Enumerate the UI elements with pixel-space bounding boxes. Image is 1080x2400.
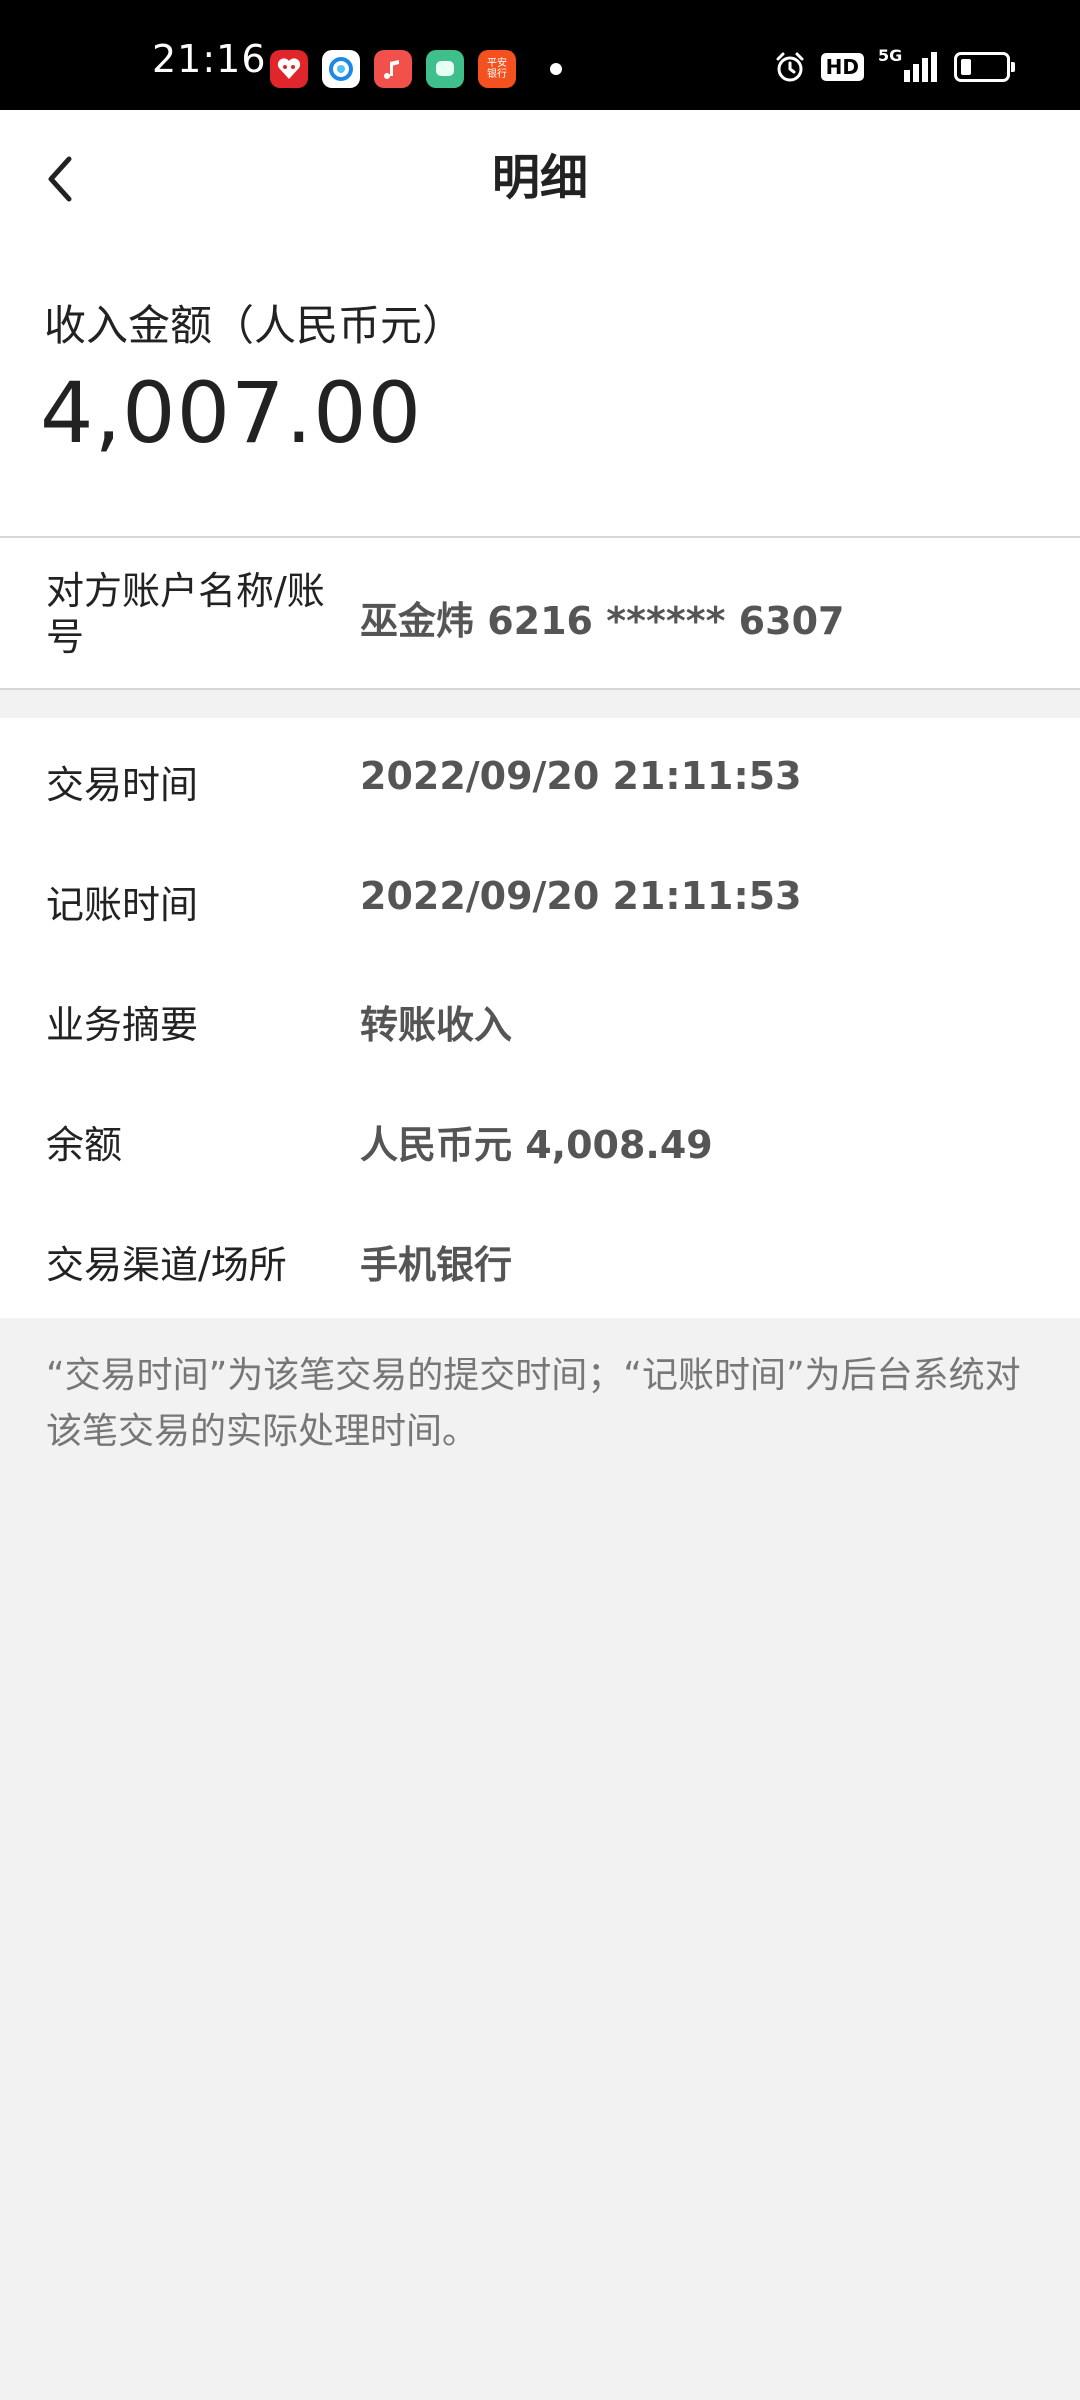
music-icon: [374, 50, 412, 88]
messages-icon: [426, 50, 464, 88]
detail-value: 人民币元 4,008.49: [360, 1123, 713, 1167]
amount-card: 收入金额（人民币元） 4,007.00: [0, 246, 1080, 538]
alarm-icon: [776, 52, 804, 82]
counterparty-row: 对方账户名称/账号 巫金炜 6216 ****** 6307: [0, 538, 1080, 690]
detail-row-transaction-time: 交易时间 2022/09/20 21:11:53: [0, 718, 1080, 838]
detail-label: 业务摘要: [46, 1003, 199, 1047]
detail-label: 记账时间: [46, 883, 199, 927]
pingan-bank-icon: 平安 银行: [478, 50, 516, 88]
signal-icon: 5G: [878, 46, 940, 84]
detail-label: 交易时间: [46, 763, 199, 807]
amount-value: 4,007.00: [40, 364, 423, 462]
browser-icon: [322, 50, 360, 88]
status-bar: 21:16 平安 银行 HD 5G: [0, 0, 1080, 110]
detail-value: 手机银行: [360, 1243, 513, 1287]
counterparty-value: 巫金炜 6216 ****** 6307: [360, 599, 845, 643]
amount-label: 收入金额（人民币元）: [44, 301, 465, 350]
detail-value: 2022/09/20 21:11:53: [360, 874, 802, 918]
time-explanation-note: “交易时间”为该笔交易的提交时间；“记账时间”为后台系统对该笔交易的实际处理时间…: [46, 1355, 1021, 1452]
battery-icon: [954, 52, 1015, 82]
detail-value: 转账收入: [360, 1003, 513, 1047]
detail-row-channel: 交易渠道/场所 手机银行: [0, 1198, 1080, 1318]
detail-value: 2022/09/20 21:11:53: [360, 754, 802, 798]
detail-label: 余额: [46, 1123, 123, 1167]
detail-row-summary: 业务摘要 转账收入: [0, 958, 1080, 1078]
status-time: 21:16: [152, 37, 267, 81]
notification-app-icons: 平安 银行: [270, 50, 516, 88]
transaction-details: 交易时间 2022/09/20 21:11:53 记账时间 2022/09/20…: [0, 718, 1080, 1318]
detail-label: 交易渠道/场所: [46, 1243, 287, 1287]
system-status-icons: HD 5G: [773, 46, 1015, 84]
pinduoduo-icon: [270, 50, 308, 88]
top-nav-bar: 明细: [0, 110, 1080, 246]
page-title: 明细: [491, 150, 588, 206]
battery-level: [961, 59, 971, 75]
more-notifications-dot: [550, 63, 562, 75]
detail-row-balance: 余额 人民币元 4,008.49: [0, 1078, 1080, 1198]
counterparty-label: 对方账户名称/账号: [46, 569, 325, 659]
hd-badge: HD: [820, 53, 864, 81]
detail-row-posting-time: 记账时间 2022/09/20 21:11:53: [0, 838, 1080, 958]
